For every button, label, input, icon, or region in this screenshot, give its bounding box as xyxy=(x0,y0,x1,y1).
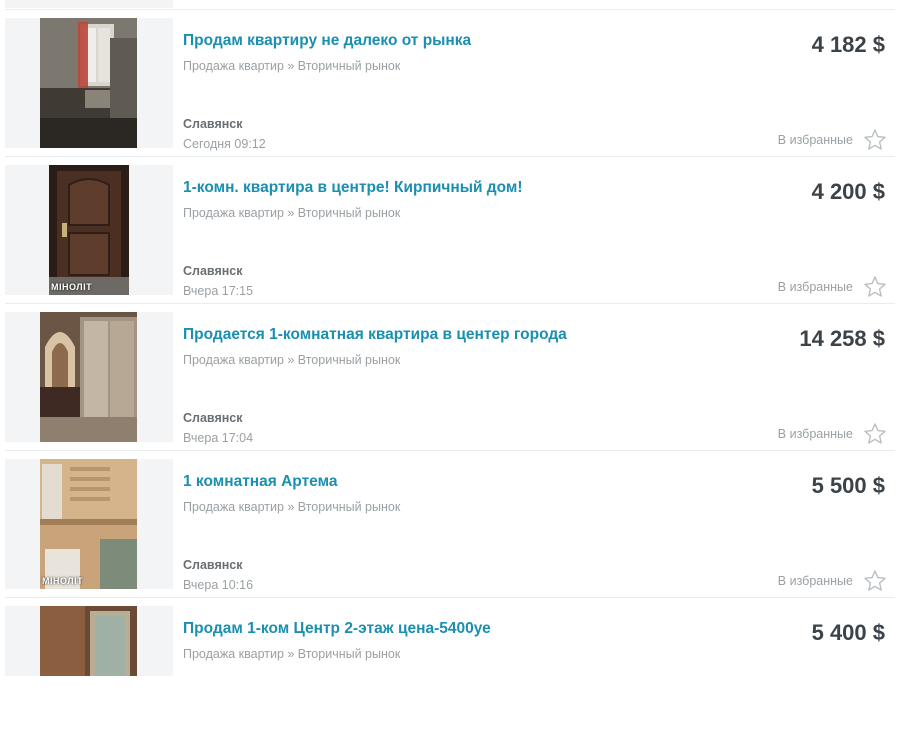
listing-thumbnail[interactable] xyxy=(5,312,173,442)
divider xyxy=(5,9,895,10)
listing-city: Славянск xyxy=(183,558,243,572)
listing-thumbnail[interactable]: MIНОЛІТ xyxy=(5,165,173,295)
listing-item: MIНОЛІТ 1 комнатная Артема Продажа кварт… xyxy=(0,459,905,606)
listing-category: Продажа квартир » Вторичный рынок xyxy=(183,59,401,73)
divider xyxy=(5,597,895,598)
listing-item: Продается 1-комнатная квартира в центер … xyxy=(0,312,905,459)
listing-item: Продам 1-ком Центр 2-этаж цена-5400уе Пр… xyxy=(0,606,905,753)
listing-title-link[interactable]: Продам 1-ком Центр 2-этаж цена-5400уе xyxy=(183,620,491,638)
listing-title-link[interactable]: Продам квартиру не далеко от рынка xyxy=(183,32,471,50)
listing-item: MIНОЛІТ 1-комн. квартира в центре! Кирпи… xyxy=(0,165,905,312)
listing-title-link[interactable]: 1-комн. квартира в центре! Кирпичный дом… xyxy=(183,179,523,197)
listing-price: 5 400 $ xyxy=(811,620,885,645)
add-to-favorites-button[interactable]: В избранные xyxy=(778,569,887,593)
room-photo xyxy=(40,18,137,148)
listing-price: 4 200 $ xyxy=(811,179,885,204)
add-to-favorites-button[interactable]: В избранные xyxy=(778,275,887,299)
door-photo: MIНОЛІТ xyxy=(49,165,129,295)
listing-city: Славянск xyxy=(183,264,243,278)
listing-city: Славянск xyxy=(183,411,243,425)
listing-price: 5 500 $ xyxy=(811,473,885,498)
listing-time: Вчера 17:04 xyxy=(183,431,254,445)
favorites-label: В избранные xyxy=(777,427,853,441)
listing-category: Продажа квартир » Вторичный рынок xyxy=(183,353,401,367)
listing-thumbnail[interactable] xyxy=(5,18,173,148)
add-to-favorites-button[interactable]: В избранные xyxy=(778,128,887,152)
star-outline-icon[interactable] xyxy=(863,275,887,299)
listing-category: Продажа квартир » Вторичный рынок xyxy=(183,500,401,514)
divider xyxy=(5,450,895,451)
divider xyxy=(5,156,895,157)
previous-listing-thumbnail-edge xyxy=(5,0,173,8)
listing-title-link[interactable]: Продается 1-комнатная квартира в центер … xyxy=(183,326,567,344)
bathroom-photo: MIНОЛІТ xyxy=(40,459,137,589)
divider xyxy=(5,303,895,304)
add-to-favorites-button[interactable]: В избранные xyxy=(778,422,887,446)
listing-category: Продажа квартир » Вторичный рынок xyxy=(183,206,401,220)
listing-price: 14 258 $ xyxy=(799,326,885,351)
listing-time: Вчера 10:16 xyxy=(183,578,254,592)
star-outline-icon[interactable] xyxy=(863,569,887,593)
favorites-label: В избранные xyxy=(777,280,853,294)
room-photo xyxy=(40,606,137,676)
listing-time: Вчера 17:15 xyxy=(183,284,254,298)
photo-watermark: MIНОЛІТ xyxy=(51,282,93,292)
room-photo xyxy=(40,312,137,442)
listing-thumbnail[interactable] xyxy=(5,606,173,676)
listing-item: Продам квартиру не далеко от рынка Прода… xyxy=(0,18,905,165)
favorites-label: В избранные xyxy=(777,133,853,147)
listing-price: 4 182 $ xyxy=(811,32,885,57)
star-outline-icon[interactable] xyxy=(863,128,887,152)
listing-city: Славянск xyxy=(183,117,243,131)
star-outline-icon[interactable] xyxy=(863,422,887,446)
favorites-label: В избранные xyxy=(777,574,853,588)
photo-watermark: MIНОЛІТ xyxy=(42,576,84,586)
listing-time: Сегодня 09:12 xyxy=(183,137,266,151)
listing-title-link[interactable]: 1 комнатная Артема xyxy=(183,473,337,491)
listing-category: Продажа квартир » Вторичный рынок xyxy=(183,647,401,661)
listing-thumbnail[interactable]: MIНОЛІТ xyxy=(5,459,173,589)
